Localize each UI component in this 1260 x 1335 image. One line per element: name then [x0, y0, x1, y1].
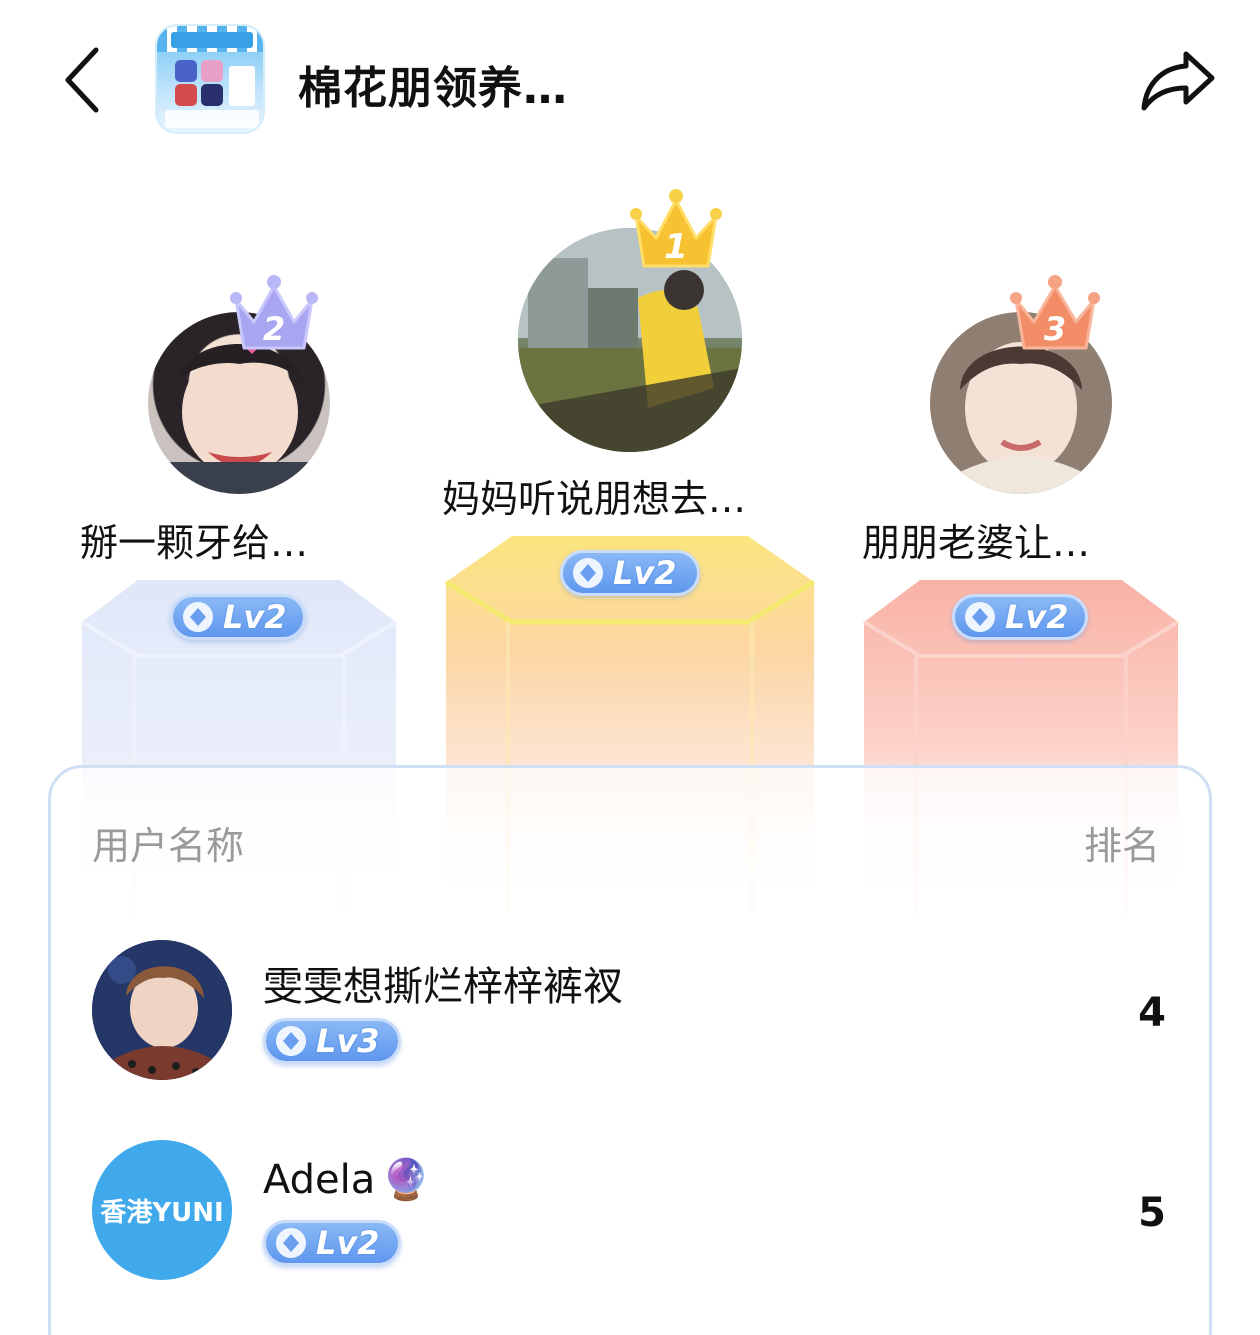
user-name: Adela 🔮 — [263, 1157, 432, 1203]
column-header-rank: 排名 — [1084, 824, 1161, 868]
crown-icon: 1 — [630, 189, 722, 268]
diamond-icon — [276, 1026, 306, 1056]
rank-number: 5 — [1138, 1190, 1166, 1236]
svg-text:2: 2 — [263, 310, 285, 348]
diamond-icon — [965, 602, 995, 632]
column-header-user: 用户名称 — [92, 824, 245, 868]
avatar-text: 香港YUNI — [100, 1197, 224, 1228]
rank-number: 4 — [1138, 990, 1166, 1036]
podium-name: 朋朋老婆让… — [862, 521, 1091, 565]
user-name: 雯雯想撕烂梓梓裤衩 — [263, 964, 623, 1010]
diamond-icon — [276, 1228, 306, 1258]
diamond-icon — [183, 602, 213, 632]
level-badge: Lv2 — [263, 1220, 401, 1266]
crystal-ball-icon: 🔮 — [381, 1157, 432, 1203]
podium-name: 妈妈听说朋想去… — [442, 477, 747, 521]
level-badge: Lv3 — [263, 1018, 401, 1064]
level-badge: Lv2 — [170, 594, 306, 640]
svg-text:1: 1 — [664, 227, 688, 267]
avatar[interactable]: 香港YUNI — [92, 1140, 232, 1280]
back-button[interactable] — [52, 42, 112, 118]
level-badge: Lv2 — [952, 594, 1088, 640]
page-title: 棉花朋领养… — [298, 63, 568, 114]
chevron-left-icon — [65, 47, 99, 113]
avatar[interactable] — [92, 940, 232, 1080]
level-badge: Lv2 — [560, 550, 700, 596]
crown-icon: 2 — [230, 275, 318, 350]
podium-name: 掰一颗牙给… — [80, 521, 309, 565]
share-arrow-icon — [1141, 51, 1215, 111]
diamond-icon — [573, 558, 603, 588]
share-button[interactable] — [1138, 46, 1218, 116]
group-avatar[interactable] — [155, 24, 265, 134]
table-row[interactable]: 雯雯想撕烂梓梓裤衩 Lv3 4 — [48, 928, 1212, 1108]
crown-icon: 3 — [1010, 275, 1100, 350]
table-row[interactable]: 香港YUNI Adela 🔮 Lv2 5 — [48, 1128, 1212, 1308]
header: 棉花朋领养… — [0, 0, 1260, 160]
svg-text:3: 3 — [1044, 310, 1066, 348]
